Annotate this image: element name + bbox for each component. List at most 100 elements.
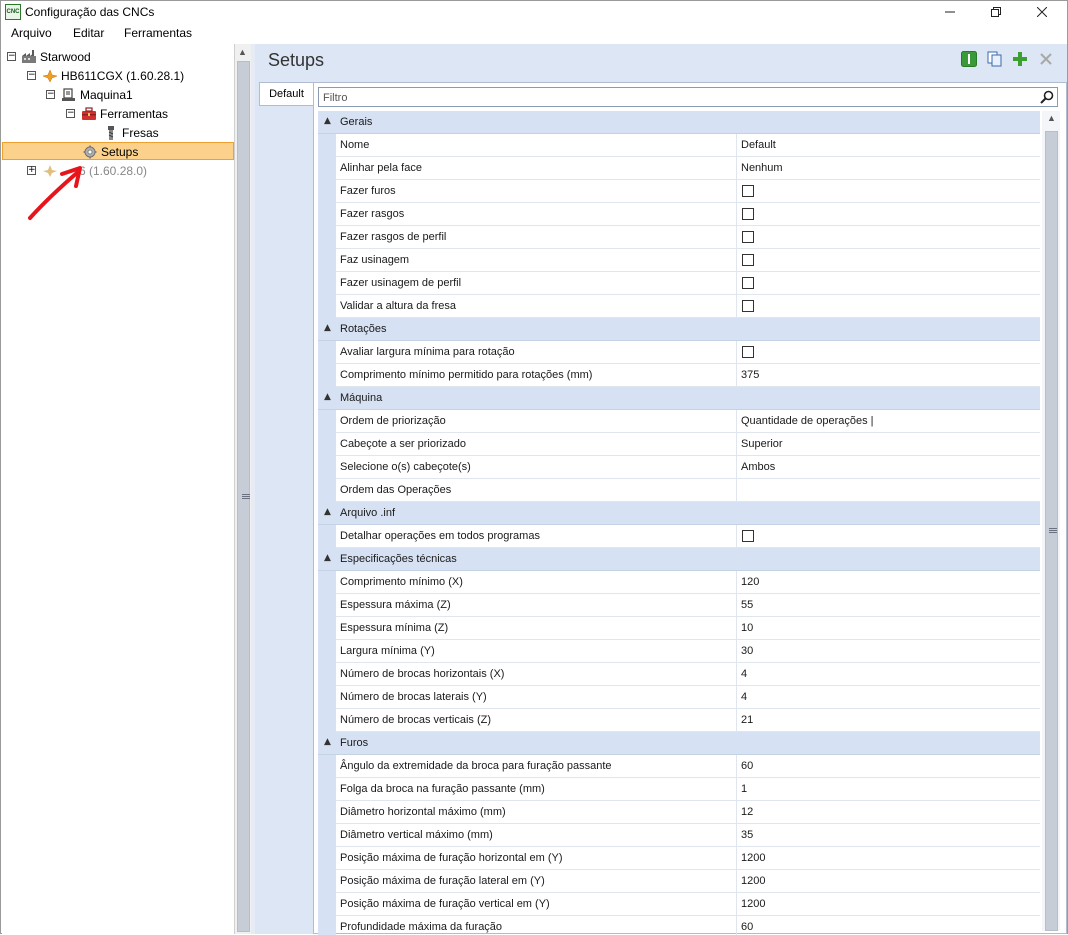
property-row[interactable]: Detalhar operações em todos programas xyxy=(318,525,1040,548)
property-value[interactable]: 10 xyxy=(741,622,753,634)
property-value[interactable]: 1200 xyxy=(741,898,765,910)
collapse-tools-icon[interactable]: − xyxy=(66,109,75,118)
tree-node-tools[interactable]: Ferramentas xyxy=(81,105,168,123)
property-checkbox[interactable] xyxy=(742,208,754,220)
property-row[interactable]: Número de brocas horizontais (X) 4 xyxy=(318,663,1040,686)
collapse-machine-icon[interactable]: − xyxy=(46,90,55,99)
property-value[interactable]: 12 xyxy=(741,806,753,818)
property-row[interactable]: Fazer rasgos de perfil xyxy=(318,226,1040,249)
add-icon[interactable] xyxy=(1012,51,1028,67)
menu-ferramentas[interactable]: Ferramentas xyxy=(124,26,192,40)
collapse-category-icon[interactable]: ▲ xyxy=(324,392,331,402)
collapse-category-icon[interactable]: ▲ xyxy=(324,323,331,333)
property-checkbox[interactable] xyxy=(742,231,754,243)
property-row[interactable]: Diâmetro vertical máximo (mm) 35 xyxy=(318,824,1040,847)
property-row[interactable]: Número de brocas laterais (Y) 4 xyxy=(318,686,1040,709)
category-row[interactable]: ▲ Rotações xyxy=(318,318,1040,341)
property-row[interactable]: Posição máxima de furação vertical em (Y… xyxy=(318,893,1040,916)
search-icon[interactable] xyxy=(1040,90,1054,104)
property-row[interactable]: Ordem das Operações xyxy=(318,479,1040,502)
tree-node-starwood[interactable]: Starwood xyxy=(21,48,91,66)
scroll-up-icon[interactable]: ▲ xyxy=(1047,113,1056,123)
property-value[interactable]: Superior xyxy=(741,438,783,450)
property-value[interactable]: 60 xyxy=(741,760,753,772)
collapse-category-icon[interactable]: ▲ xyxy=(324,116,331,126)
collapse-category-icon[interactable]: ▲ xyxy=(324,553,331,563)
property-row[interactable]: Validar a altura da fresa xyxy=(318,295,1040,318)
info-icon[interactable] xyxy=(961,51,977,67)
property-checkbox[interactable] xyxy=(742,185,754,197)
property-row[interactable]: Cabeçote a ser priorizado Superior xyxy=(318,433,1040,456)
property-row[interactable]: Fazer furos xyxy=(318,180,1040,203)
tab-default[interactable]: Default xyxy=(259,82,313,106)
menu-editar[interactable]: Editar xyxy=(73,26,104,40)
property-value[interactable]: 35 xyxy=(741,829,753,841)
tree-scrollbar[interactable]: ▲ xyxy=(234,44,251,934)
property-value[interactable]: Ambos xyxy=(741,461,775,473)
property-row[interactable]: Fazer usinagem de perfil xyxy=(318,272,1040,295)
category-row[interactable]: ▲ Furos xyxy=(318,732,1040,755)
property-row[interactable]: Número de brocas verticais (Z) 21 xyxy=(318,709,1040,732)
scroll-up-icon[interactable]: ▲ xyxy=(238,47,247,57)
property-value[interactable]: 60 xyxy=(741,921,753,933)
close-button[interactable] xyxy=(1019,1,1065,23)
property-value[interactable]: 21 xyxy=(741,714,753,726)
property-value[interactable]: Default xyxy=(741,139,776,151)
property-row[interactable]: Faz usinagem xyxy=(318,249,1040,272)
property-value[interactable]: 4 xyxy=(741,691,747,703)
property-row[interactable]: Largura mínima (Y) 30 xyxy=(318,640,1040,663)
property-row[interactable]: Fazer rasgos xyxy=(318,203,1040,226)
property-value[interactable]: 120 xyxy=(741,576,759,588)
property-scrollbar[interactable]: ▲ xyxy=(1042,111,1060,931)
property-checkbox[interactable] xyxy=(742,254,754,266)
property-value[interactable]: 4 xyxy=(741,668,747,680)
tree-scroll-thumb[interactable] xyxy=(237,61,250,932)
property-checkbox[interactable] xyxy=(742,346,754,358)
property-value[interactable]: Nenhum xyxy=(741,162,783,174)
property-value[interactable]: 375 xyxy=(741,369,759,381)
property-row[interactable]: Selecione o(s) cabeçote(s) Ambos xyxy=(318,456,1040,479)
property-row[interactable]: Profundidade máxima da furação 60 xyxy=(318,916,1040,935)
property-value[interactable]: 1200 xyxy=(741,875,765,887)
property-row[interactable]: Posição máxima de furação lateral em (Y)… xyxy=(318,870,1040,893)
minimize-button[interactable] xyxy=(927,1,973,23)
copy-icon[interactable] xyxy=(987,51,1003,67)
category-row[interactable]: ▲ Arquivo .inf xyxy=(318,502,1040,525)
property-value[interactable]: 55 xyxy=(741,599,753,611)
property-row[interactable]: Diâmetro horizontal máximo (mm) 12 xyxy=(318,801,1040,824)
property-value[interactable]: 30 xyxy=(741,645,753,657)
collapse-category-icon[interactable]: ▲ xyxy=(324,507,331,517)
property-row[interactable]: Espessura máxima (Z) 55 xyxy=(318,594,1040,617)
collapse-cnc-icon[interactable]: − xyxy=(27,71,36,80)
property-row[interactable]: Avaliar largura mínima para rotação xyxy=(318,341,1040,364)
tree-label-starwood: Starwood xyxy=(40,50,91,64)
property-row[interactable]: Comprimento mínimo (X) 120 xyxy=(318,571,1040,594)
property-scroll-thumb[interactable] xyxy=(1045,131,1058,931)
property-row[interactable]: Posição máxima de furação horizontal em … xyxy=(318,847,1040,870)
property-checkbox[interactable] xyxy=(742,530,754,542)
property-row[interactable]: Nome Default xyxy=(318,134,1040,157)
property-row[interactable]: Ângulo da extremidade da broca para fura… xyxy=(318,755,1040,778)
tree-node-machine[interactable]: Maquina1 xyxy=(61,86,133,104)
category-row[interactable]: ▲ Especificações técnicas xyxy=(318,548,1040,571)
filter-input[interactable]: Filtro xyxy=(318,87,1058,107)
property-row[interactable]: Espessura mínima (Z) 10 xyxy=(318,617,1040,640)
delete-icon[interactable] xyxy=(1038,51,1054,67)
collapse-category-icon[interactable]: ▲ xyxy=(324,737,331,747)
property-row[interactable]: Comprimento mínimo permitido para rotaçõ… xyxy=(318,364,1040,387)
property-value[interactable]: Quantidade de operações | xyxy=(741,415,874,427)
property-row[interactable]: Ordem de priorização Quantidade de operaç… xyxy=(318,410,1040,433)
tree-node-mills[interactable]: Fresas xyxy=(103,124,159,142)
menu-arquivo[interactable]: Arquivo xyxy=(11,26,52,40)
property-value[interactable]: 1200 xyxy=(741,852,765,864)
category-row[interactable]: ▲ Máquina xyxy=(318,387,1040,410)
property-value[interactable]: 1 xyxy=(741,783,747,795)
property-checkbox[interactable] xyxy=(742,300,754,312)
category-row[interactable]: ▲ Gerais xyxy=(318,111,1040,134)
restore-button[interactable] xyxy=(973,1,1019,23)
property-checkbox[interactable] xyxy=(742,277,754,289)
property-row[interactable]: Folga da broca na furação passante (mm) 1 xyxy=(318,778,1040,801)
property-row[interactable]: Alinhar pela face Nenhum xyxy=(318,157,1040,180)
collapse-starwood-icon[interactable]: − xyxy=(7,52,16,61)
tree-node-cnc[interactable]: HB611CGX (1.60.28.1) xyxy=(42,67,184,85)
